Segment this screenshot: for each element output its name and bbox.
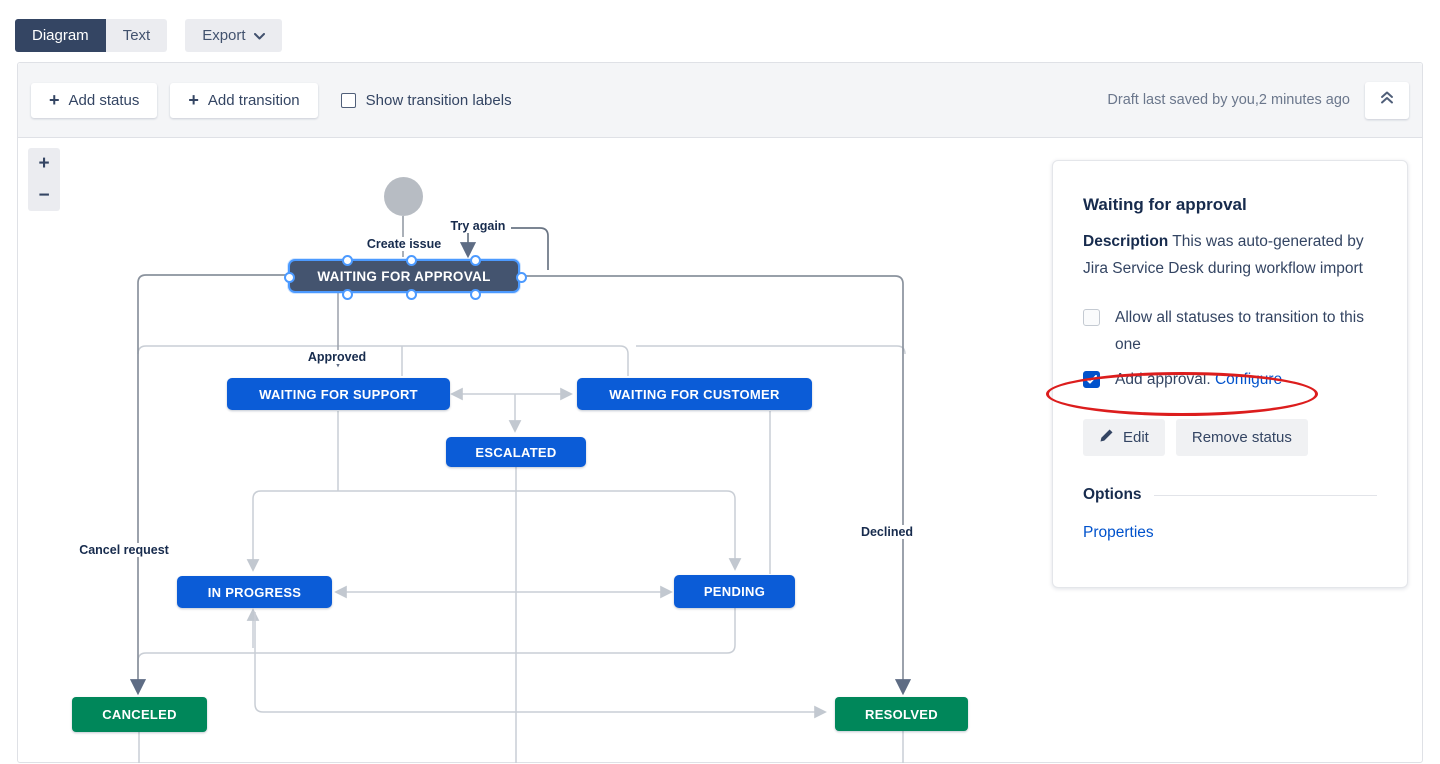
- description-label: Description: [1083, 233, 1168, 250]
- add-status-button[interactable]: + Add status: [31, 83, 157, 118]
- status-node-waiting-for-customer[interactable]: WAITING FOR CUSTOMER: [577, 378, 812, 410]
- edit-label: Edit: [1123, 429, 1149, 446]
- plus-icon: +: [188, 93, 199, 107]
- selection-handle[interactable]: [342, 289, 353, 300]
- status-description: Description This was auto-generated by J…: [1083, 228, 1377, 282]
- check-icon: [1086, 375, 1097, 384]
- tab-text[interactable]: Text: [106, 19, 168, 52]
- selection-handle[interactable]: [470, 289, 481, 300]
- add-approval-label: Add approval. Configure: [1115, 366, 1282, 393]
- transition-label-approved[interactable]: Approved: [305, 350, 369, 364]
- allow-all-statuses-checkbox[interactable]: [1083, 309, 1100, 326]
- transition-label-cancel-request[interactable]: Cancel request: [76, 543, 172, 557]
- plus-icon: +: [49, 93, 60, 107]
- transition-label-create-issue[interactable]: Create issue: [364, 237, 444, 251]
- show-transition-labels-checkbox[interactable]: [341, 93, 356, 108]
- tab-diagram[interactable]: Diagram: [15, 19, 106, 52]
- status-node-waiting-for-support[interactable]: WAITING FOR SUPPORT: [227, 378, 450, 410]
- transition-label-declined[interactable]: Declined: [858, 525, 916, 539]
- selection-handle[interactable]: [284, 272, 295, 283]
- canvas-zoom-control: + −: [28, 148, 60, 211]
- add-approval-checkbox[interactable]: [1083, 371, 1100, 388]
- collapse-toolbar-button[interactable]: [1365, 82, 1409, 119]
- options-section: Options: [1083, 486, 1377, 504]
- draft-status-text: Draft last saved by you,2 minutes ago: [1107, 92, 1350, 108]
- status-node-in-progress[interactable]: IN PROGRESS: [177, 576, 332, 608]
- view-tabbar: Diagram Text Export: [15, 19, 282, 52]
- export-menu-button[interactable]: Export: [185, 19, 281, 52]
- show-transition-labels-row: Show transition labels: [341, 92, 512, 109]
- properties-row: Properties: [1083, 524, 1377, 542]
- status-node-canceled[interactable]: CANCELED: [72, 697, 207, 732]
- toolbar-right: Draft last saved by you,2 minutes ago: [1107, 82, 1409, 119]
- show-transition-labels-label: Show transition labels: [366, 92, 512, 109]
- transition-label-try-again[interactable]: Try again: [448, 219, 509, 233]
- status-node-pending[interactable]: PENDING: [674, 575, 795, 608]
- start-node[interactable]: [384, 177, 423, 216]
- zoom-in-button[interactable]: +: [38, 154, 49, 173]
- properties-link[interactable]: Properties: [1083, 524, 1154, 541]
- status-node-waiting-for-approval[interactable]: WAITING FOR APPROVAL: [288, 259, 520, 293]
- panel-checkbox-rows: Allow all statuses to transition to this…: [1083, 304, 1377, 393]
- workflow-editor-page: Diagram Text Export + Add status + Add t…: [0, 0, 1440, 764]
- zoom-out-button[interactable]: −: [38, 186, 49, 205]
- remove-status-button[interactable]: Remove status: [1176, 419, 1308, 456]
- options-divider: [1154, 495, 1377, 496]
- allow-all-statuses-label: Allow all statuses to transition to this…: [1115, 304, 1377, 358]
- status-node-resolved[interactable]: RESOLVED: [835, 697, 968, 731]
- selection-handle[interactable]: [342, 255, 353, 266]
- status-detail-panel: Waiting for approval Description This wa…: [1052, 160, 1408, 588]
- selection-handle[interactable]: [516, 272, 527, 283]
- add-transition-label: Add transition: [208, 92, 300, 109]
- selection-handle[interactable]: [406, 255, 417, 266]
- edit-button[interactable]: Edit: [1083, 419, 1165, 456]
- configure-link[interactable]: Configure: [1215, 371, 1282, 388]
- chevron-down-icon: [254, 27, 265, 44]
- selection-handle[interactable]: [470, 255, 481, 266]
- options-heading: Options: [1083, 486, 1142, 504]
- status-node-escalated[interactable]: ESCALATED: [446, 437, 586, 467]
- double-chevron-up-icon: [1379, 90, 1395, 110]
- add-transition-button[interactable]: + Add transition: [170, 83, 317, 118]
- diagram-toolbar: + Add status + Add transition Show trans…: [18, 63, 1422, 138]
- add-status-label: Add status: [69, 92, 140, 109]
- panel-title: Waiting for approval: [1083, 195, 1377, 215]
- add-approval-text: Add approval.: [1115, 371, 1211, 388]
- selection-handle[interactable]: [406, 289, 417, 300]
- export-label: Export: [202, 27, 245, 44]
- add-approval-row: Add approval. Configure: [1083, 366, 1377, 393]
- panel-buttons: Edit Remove status: [1083, 419, 1377, 456]
- pencil-icon: [1099, 428, 1114, 447]
- allow-all-statuses-row: Allow all statuses to transition to this…: [1083, 304, 1377, 358]
